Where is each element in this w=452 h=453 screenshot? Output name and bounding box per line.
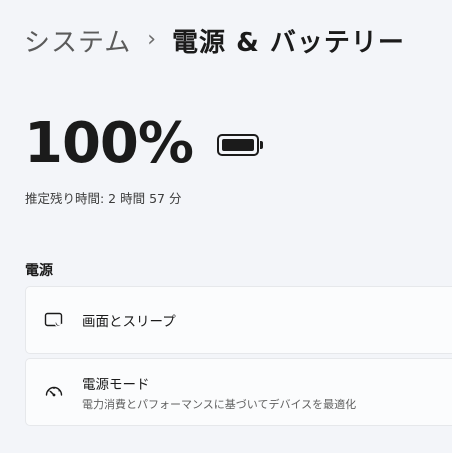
power-mode-label: 電源モード (82, 376, 150, 393)
page-title: 電源 & バッテリー (172, 27, 405, 58)
battery-body (217, 134, 260, 156)
power-mode-description: 電力消費とパフォーマンスに基づいてデバイスを最適化 (82, 397, 357, 411)
breadcrumb: システム › 電源 & バッテリー (24, 20, 405, 60)
battery-tip (260, 141, 264, 149)
remaining-time: 推定残り時間: 2 時間 57 分 (25, 191, 182, 206)
breadcrumb-system-link[interactable]: システム (24, 22, 131, 59)
power-section-title: 電源 (25, 263, 53, 279)
battery-fill (222, 139, 255, 151)
breadcrumb-chevron-icon: › (147, 26, 157, 52)
screen-and-sleep-card[interactable]: 画面とスリープ (25, 286, 452, 354)
battery-status: 100% (24, 111, 264, 176)
power-mode-card[interactable]: 電源モード 電力消費とパフォーマンスに基づいてデバイスを最適化 (25, 358, 452, 426)
gauge-icon (43, 381, 65, 403)
battery-percent: 100% (24, 111, 194, 176)
screen-and-sleep-label: 画面とスリープ (82, 314, 176, 330)
screen-sleep-icon (43, 309, 65, 331)
battery-icon (217, 134, 264, 156)
